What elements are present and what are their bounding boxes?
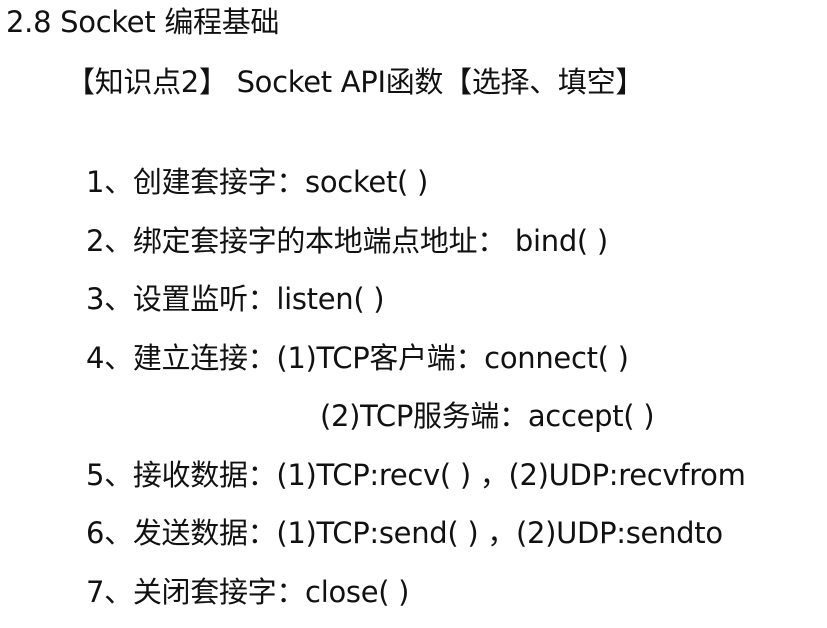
list-item-connect: 4、建立连接：(1)TCP客户端：connect( ) (86, 336, 746, 395)
knowledge-point-heading: 【知识点2】 Socket API函数【选择、填空】 (66, 62, 644, 102)
list-item-create-socket: 1、创建套接字：socket( ) (86, 160, 746, 219)
list-item-accept: (2)TCP服务端：accept( ) (86, 394, 746, 453)
list-item-receive: 5、接收数据：(1)TCP:recv( ) ，(2)UDP:recvfrom (86, 453, 746, 512)
section-title: 2.8 Socket 编程基础 (6, 2, 279, 42)
list-item-bind-address: 2、绑定套接字的本地端点地址： bind( ) (86, 219, 746, 278)
socket-api-list: 1、创建套接字：socket( ) 2、绑定套接字的本地端点地址： bind( … (86, 160, 746, 628)
slide: 2.8 Socket 编程基础 【知识点2】 Socket API函数【选择、填… (0, 0, 827, 627)
list-item-send: 6、发送数据：(1)TCP:send( ) ，(2)UDP:sendto (86, 511, 746, 570)
list-item-listen: 3、设置监听：listen( ) (86, 277, 746, 336)
list-item-close: 7、关闭套接字：close( ) (86, 570, 746, 628)
